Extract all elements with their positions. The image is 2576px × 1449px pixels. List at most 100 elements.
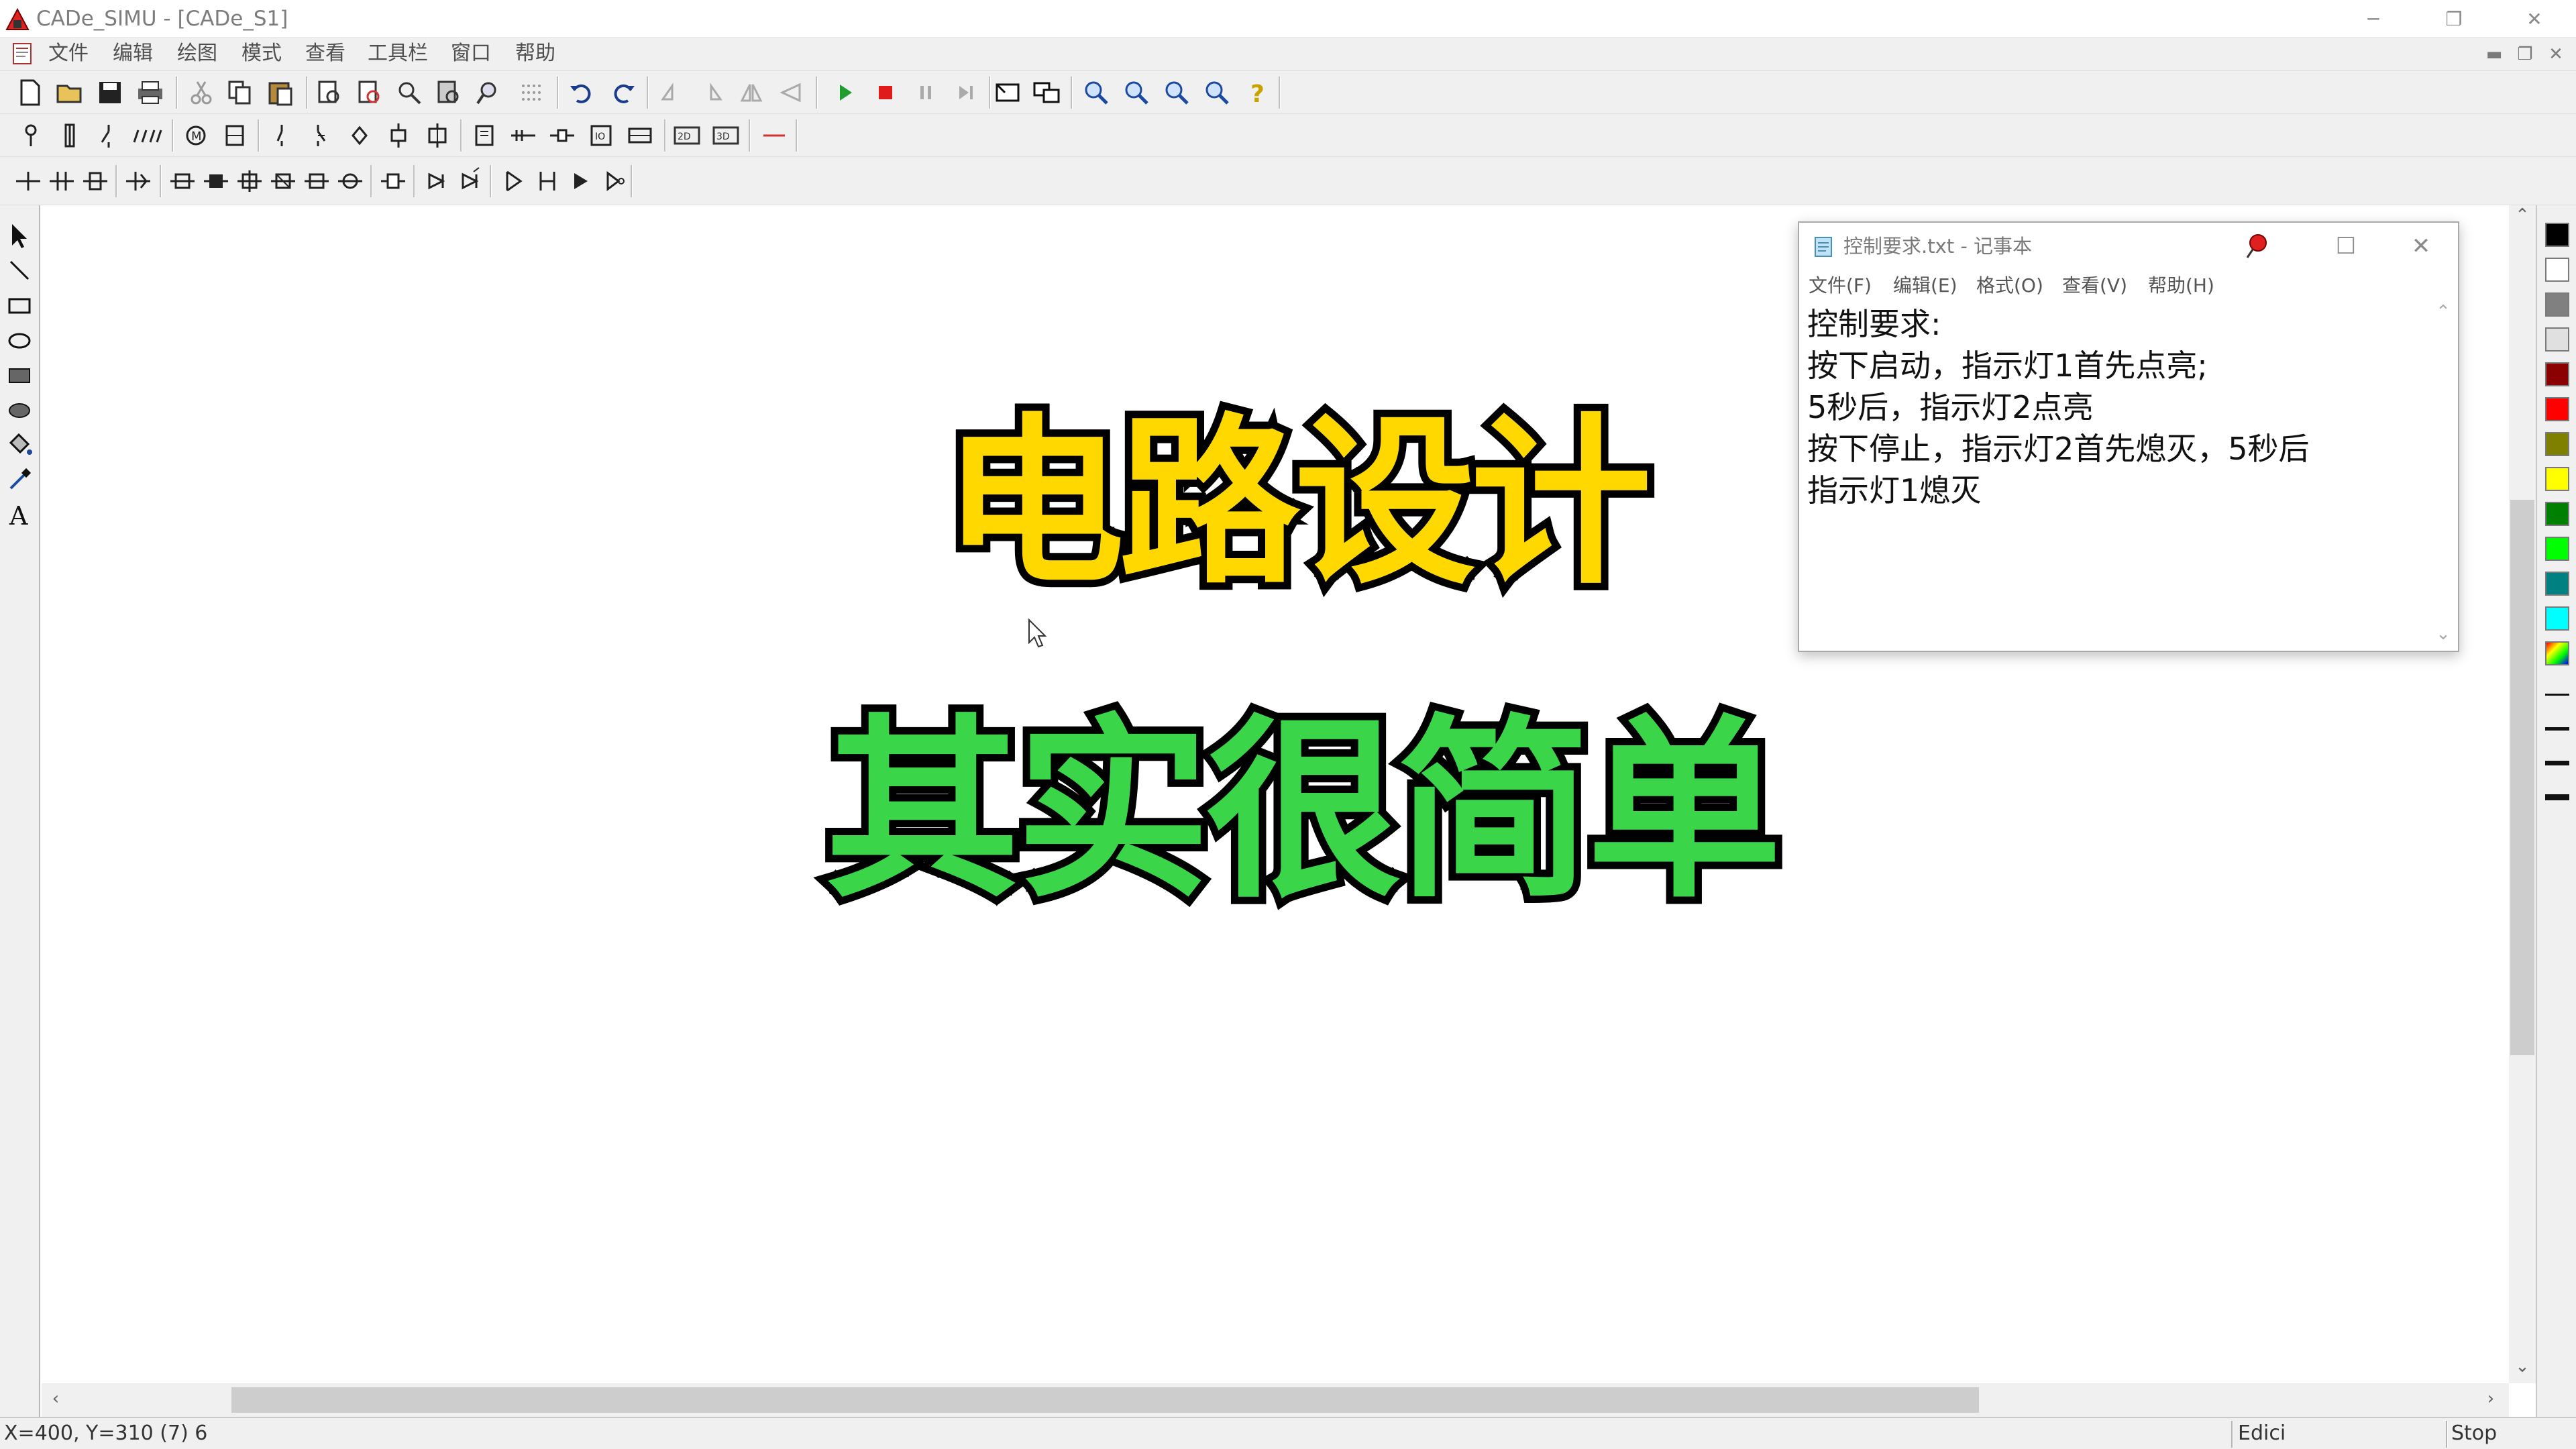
save-icon[interactable] — [94, 76, 126, 109]
terminal-icon[interactable] — [546, 119, 578, 152]
contact-1-icon[interactable] — [12, 165, 44, 197]
color-swatch-teal[interactable] — [2545, 572, 2569, 596]
mdi-restore-button[interactable]: ❐ — [2513, 43, 2537, 66]
grid-icon[interactable] — [517, 76, 549, 109]
contact-5-icon[interactable] — [166, 165, 199, 197]
mdi-close-button[interactable]: ✕ — [2544, 43, 2568, 66]
color-swatch-lime[interactable] — [2545, 537, 2569, 561]
notepad-menu-view[interactable]: 查看(V) — [2062, 272, 2127, 299]
contact-4-icon[interactable] — [122, 165, 154, 197]
sensor-icon[interactable] — [343, 119, 376, 152]
pin-icon[interactable] — [2242, 231, 2271, 260]
notepad-menu-help[interactable]: 帮助(H) — [2148, 272, 2214, 299]
notepad-menu-edit[interactable]: 编辑(E) — [1893, 272, 1957, 299]
color-swatch-black[interactable] — [2545, 223, 2569, 247]
play-icon[interactable] — [829, 76, 861, 109]
redo-icon[interactable] — [606, 76, 639, 109]
color-swatch-light-gray[interactable] — [2545, 327, 2569, 352]
contact-3-icon[interactable] — [79, 165, 111, 197]
color-swatch-yellow[interactable] — [2545, 467, 2569, 491]
rotate-left-icon[interactable] — [656, 76, 688, 109]
three-pole-switch-icon[interactable] — [131, 119, 164, 152]
notepad-close-button[interactable]: ✕ — [2384, 228, 2458, 264]
menu-toolbars[interactable]: 工具栏 — [368, 40, 428, 67]
open-folder-icon[interactable] — [54, 76, 86, 109]
flip-horizontal-icon[interactable] — [735, 76, 767, 109]
scroll-down-icon[interactable]: ⌄ — [2434, 624, 2453, 644]
gate-2-icon[interactable] — [531, 165, 564, 197]
menu-mode[interactable]: 模式 — [241, 40, 282, 67]
pause-icon[interactable] — [910, 76, 942, 109]
notepad-menu-format[interactable]: 格式(O) — [1976, 272, 2043, 299]
stop-icon[interactable] — [869, 76, 902, 109]
zoom-window-icon[interactable] — [1201, 76, 1233, 109]
document-icon[interactable] — [11, 42, 35, 66]
power-supply-icon[interactable] — [15, 119, 47, 152]
menu-window[interactable]: 窗口 — [451, 40, 491, 67]
filled-ellipse-tool-icon[interactable] — [3, 393, 36, 427]
contact-7-icon[interactable] — [233, 165, 266, 197]
gate-3-icon[interactable] — [565, 165, 597, 197]
color-picker-icon[interactable] — [3, 463, 36, 496]
motor-icon[interactable]: M — [180, 119, 212, 152]
switch-icon[interactable] — [93, 119, 125, 152]
io-block-icon[interactable]: IO — [585, 119, 617, 152]
diode-icon[interactable] — [420, 165, 452, 197]
flip-vertical-icon[interactable] — [775, 76, 808, 109]
color-swatch-green[interactable] — [2545, 502, 2569, 526]
bus-icon[interactable] — [624, 119, 656, 152]
contact-10-icon[interactable] — [334, 165, 366, 197]
preview-2-icon[interactable] — [354, 76, 386, 109]
simulate-window-icon[interactable] — [1030, 76, 1063, 109]
zoom-out-icon[interactable] — [1120, 76, 1152, 109]
scroll-up-icon[interactable]: ⌃ — [2434, 302, 2453, 322]
menu-draw[interactable]: 绘图 — [177, 40, 217, 67]
timer-icon[interactable] — [468, 119, 500, 152]
zoom-in-icon[interactable] — [1080, 76, 1112, 109]
scroll-right-icon[interactable]: › — [2481, 1389, 2501, 1409]
notepad-scrollbar[interactable]: ⌃ ⌄ — [2430, 302, 2457, 651]
color-swatch-cyan[interactable] — [2545, 606, 2569, 631]
print-icon[interactable] — [134, 76, 166, 109]
line-width-1[interactable] — [2545, 694, 2569, 696]
relay-icon[interactable] — [421, 119, 453, 152]
notepad-text-area[interactable]: 控制要求: 按下启动，指示灯1首先点亮; 5秒后，指示灯2点亮 按下停止，指示灯… — [1803, 303, 2420, 649]
gate-1-icon[interactable] — [498, 165, 530, 197]
color-swatch-custom[interactable] — [2545, 641, 2569, 665]
contact-8-icon[interactable] — [267, 165, 299, 197]
connector-icon[interactable] — [507, 119, 539, 152]
preview-3-icon[interactable] — [393, 76, 425, 109]
step-icon[interactable] — [950, 76, 982, 109]
contact-11-icon[interactable] — [377, 165, 409, 197]
close-button[interactable]: ✕ — [2496, 0, 2573, 38]
contact-2-icon[interactable] — [46, 165, 78, 197]
preview-4-icon[interactable] — [433, 76, 466, 109]
scroll-up-icon[interactable]: ⌃ — [2513, 205, 2532, 225]
mdi-minimize-button[interactable]: ▬ — [2482, 43, 2506, 66]
plc-3d-icon[interactable]: 3D — [710, 119, 742, 152]
scroll-down-icon[interactable]: ⌄ — [2513, 1356, 2532, 1377]
plc-2d-icon[interactable]: 2D — [671, 119, 703, 152]
gate-4-icon[interactable] — [598, 165, 631, 197]
cut-icon[interactable] — [185, 76, 217, 109]
menu-view[interactable]: 查看 — [305, 40, 345, 67]
restore-button[interactable]: ❐ — [2415, 0, 2493, 38]
contact-no-icon[interactable] — [266, 119, 298, 152]
copy-icon[interactable] — [224, 76, 256, 109]
led-icon[interactable] — [453, 165, 486, 197]
minimize-button[interactable]: ─ — [2334, 0, 2412, 38]
contact-nc-icon[interactable] — [305, 119, 337, 152]
color-swatch-red[interactable] — [2545, 397, 2569, 421]
undo-icon[interactable] — [566, 76, 598, 109]
vertical-scroll-thumb[interactable] — [2510, 500, 2534, 1055]
zoom-fit-icon[interactable] — [1161, 76, 1193, 109]
menu-edit[interactable]: 编辑 — [113, 40, 153, 67]
line-width-2[interactable] — [2545, 727, 2569, 731]
color-swatch-white[interactable] — [2545, 258, 2569, 282]
scroll-left-icon[interactable]: ‹ — [46, 1389, 66, 1409]
line-tool-icon[interactable] — [3, 254, 36, 287]
notepad-menu-file[interactable]: 文件(F) — [1809, 272, 1872, 299]
notepad-maximize-button[interactable]: ☐ — [2309, 228, 2383, 264]
print-preview-icon[interactable] — [314, 76, 346, 109]
notepad-title-bar[interactable]: 控制要求.txt - 记事本 ☐ ✕ — [1799, 223, 2458, 270]
